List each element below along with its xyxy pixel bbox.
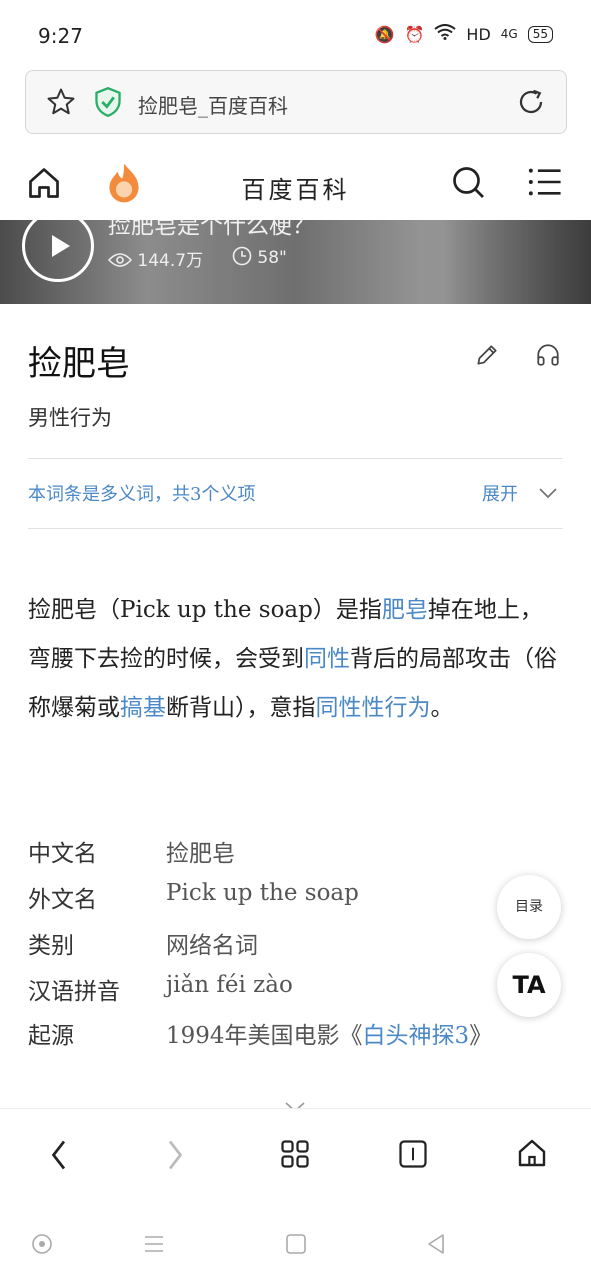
back-icon[interactable] [44, 1137, 72, 1177]
link-naked-gun-3[interactable]: 白头神探3 [363, 1023, 470, 1049]
info-key: 起源 [28, 1023, 74, 1049]
info-row: 起源 1994年美国电影《白头神探3》 [28, 1016, 563, 1056]
info-key: 类别 [28, 933, 74, 959]
divider [28, 458, 563, 459]
origin-prefix: 1994年美国电影《 [166, 1023, 363, 1049]
info-key: 汉语拼音 [28, 979, 120, 1005]
info-row: 汉语拼音 jiǎn féi zào [28, 972, 563, 1012]
info-value: 捡肥皂 [166, 841, 235, 867]
banner-shade [420, 220, 591, 304]
summary-text: 断背山），意指 [166, 695, 316, 721]
info-value: 1994年美国电影《白头神探3》 [166, 1016, 492, 1050]
back-triangle-icon[interactable] [424, 1232, 448, 1260]
headphones-icon[interactable] [535, 342, 561, 372]
entry-title: 捡肥皂 [28, 344, 130, 384]
link-same-sex[interactable]: 同性 [304, 646, 350, 672]
info-key: 外文名 [28, 887, 97, 913]
apps-grid-icon[interactable] [280, 1139, 310, 1173]
home-square-icon[interactable] [284, 1232, 308, 1260]
clock-icon [232, 246, 257, 268]
divider [28, 528, 563, 529]
homepage-icon[interactable] [516, 1137, 548, 1173]
status-icons: 🔕 ⏰ HD 4G 55 [375, 24, 553, 44]
play-button[interactable] [22, 220, 94, 282]
status-time: 9:27 [38, 24, 83, 48]
toc-button[interactable]: 目录 [497, 875, 561, 939]
baike-logo-text[interactable]: 百度百科 [0, 170, 591, 205]
edit-icon[interactable] [474, 342, 500, 372]
security-shield-icon[interactable] [94, 86, 122, 121]
browser-toolbar [0, 1108, 591, 1201]
address-bar[interactable]: 捡肥皂_百度百科 [25, 70, 567, 134]
assistant-dot-icon[interactable] [30, 1232, 54, 1260]
video-banner[interactable]: 捡肥皂是个什么梗？ 144.7万 58" [0, 220, 591, 304]
entry-subtitle: 男性行为 [28, 406, 112, 430]
summary-text: 。 [430, 695, 454, 721]
video-title: 捡肥皂是个什么梗？ [108, 220, 315, 239]
link-same-sex-behavior[interactable]: 同性性行为 [316, 695, 431, 721]
video-views: 144.7万 [107, 246, 204, 271]
menu-icon[interactable] [528, 166, 562, 202]
link-gaoji[interactable]: 搞基 [120, 695, 166, 721]
mute-icon: 🔕 [374, 24, 395, 44]
link-soap[interactable]: 肥皂 [382, 597, 428, 623]
system-nav-bar [0, 1210, 591, 1280]
info-row: 外文名 Pick up the soap [28, 880, 563, 920]
battery-icon: 55 [527, 25, 553, 43]
info-value: Pick up the soap [166, 880, 359, 906]
page-title-text: 捡肥皂_百度百科 [138, 94, 288, 118]
ta-button[interactable]: TA [497, 953, 561, 1017]
expand-button[interactable]: 展开 [482, 480, 558, 506]
wifi-icon [434, 24, 457, 44]
origin-suffix: 》 [469, 1023, 493, 1049]
status-bar: 9:27 🔕 ⏰ HD 4G 55 [0, 0, 591, 68]
summary-text: 捡肥皂（Pick up the soap）是指 [28, 597, 382, 623]
network-label: HD [466, 24, 491, 44]
bookmark-star-icon[interactable] [46, 87, 76, 121]
video-duration: 58" [232, 246, 287, 268]
chevron-down-icon [524, 484, 558, 505]
tabs-icon[interactable] [398, 1139, 428, 1173]
info-value: jiǎn féi zào [166, 972, 293, 998]
info-row: 中文名 捡肥皂 [28, 834, 563, 874]
expand-label: 展开 [482, 484, 518, 505]
forward-icon[interactable] [162, 1137, 190, 1177]
signal-icon: 4G [500, 27, 518, 41]
views-count: 144.7万 [137, 251, 204, 271]
site-nav: 百度百科 [0, 150, 591, 222]
info-key: 中文名 [28, 841, 97, 867]
polysemy-notice[interactable]: 本词条是多义词，共3个义项 [28, 480, 255, 506]
info-value: 网络名词 [166, 933, 258, 959]
duration-text: 58" [257, 248, 287, 268]
info-row: 类别 网络名词 [28, 926, 563, 966]
eye-icon [107, 251, 137, 271]
alarm-icon: ⏰ [404, 24, 425, 44]
refresh-icon[interactable] [516, 87, 546, 121]
search-icon[interactable] [450, 164, 486, 204]
recents-menu-icon[interactable] [142, 1232, 166, 1260]
summary-paragraph: 捡肥皂（Pick up the soap）是指肥皂掉在地上，弯腰下去捡的时候，会… [28, 586, 563, 733]
